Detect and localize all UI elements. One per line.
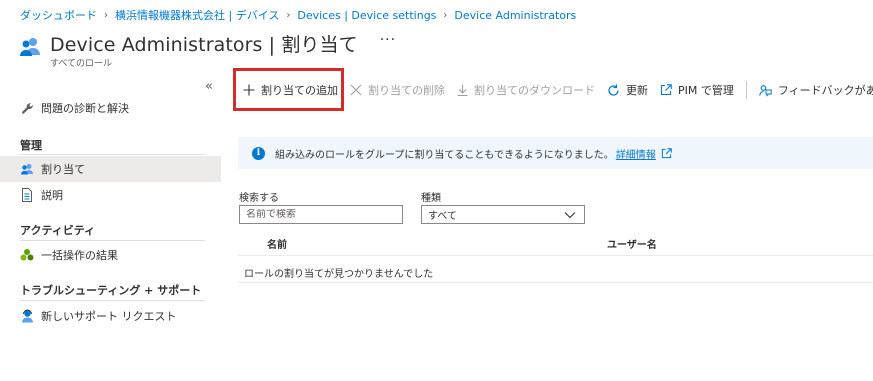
manage-in-pim-label: PIM で管理	[678, 84, 734, 97]
chevron-right-icon: ›	[443, 9, 448, 21]
feedback-icon	[759, 84, 772, 97]
chevron-right-icon: ›	[286, 9, 291, 21]
sidebar-item-label: 説明	[41, 189, 63, 202]
sidebar-item-bulk-results[interactable]: 一括操作の結果	[0, 242, 221, 268]
sidebar-group-support: トラブルシューティング + サポート	[20, 284, 202, 297]
sidebar-item-assignments[interactable]: 割り当て	[0, 156, 221, 182]
type-dropdown[interactable]: すべて	[421, 205, 585, 224]
info-text: 組み込みのロールをグループに割り当てることもできるようになりました。	[275, 149, 614, 161]
sidebar-item-diagnose[interactable]: 問題の診断と解決	[0, 95, 221, 121]
page-title: Device Administrators | 割り当て	[50, 34, 358, 56]
divider	[20, 300, 205, 301]
table-row-divider	[238, 282, 873, 283]
breadcrumb-device-settings[interactable]: Devices | Device settings	[297, 9, 436, 22]
remove-assignment-label: 割り当ての削除	[368, 84, 445, 97]
learn-more-link[interactable]: 詳細情報	[616, 146, 656, 161]
table-header-divider	[238, 255, 873, 256]
sidebar-group-manage: 管理	[20, 139, 42, 152]
search-input[interactable]	[246, 209, 402, 220]
users-icon	[18, 35, 42, 59]
page-subtitle: すべてのロール	[50, 59, 113, 69]
close-icon	[350, 84, 362, 96]
sidebar-item-new-support-request[interactable]: 新しいサポート リクエスト	[0, 303, 221, 329]
breadcrumb-tenant-devices[interactable]: 横浜情報機器株式会社 | デバイス	[115, 7, 279, 23]
document-icon	[20, 188, 34, 202]
search-field	[239, 205, 403, 224]
refresh-icon	[607, 84, 620, 97]
breadcrumb: ダッシュボード › 横浜情報機器株式会社 | デバイス › Devices | …	[20, 7, 576, 23]
info-banner: i 組み込みのロールをグループに割り当てることもできるようになりました。 詳細情…	[238, 137, 873, 169]
feedback-label: フィードバックがある場合	[777, 84, 873, 97]
users-icon	[20, 162, 34, 176]
chevron-right-icon: ›	[104, 9, 108, 21]
search-label: 検索する	[239, 193, 279, 204]
sidebar-item-label: 割り当て	[41, 163, 85, 176]
highlight-annotation	[233, 68, 344, 111]
wrench-icon	[20, 101, 34, 115]
sidebar-item-label: 問題の診断と解決	[41, 102, 129, 115]
feedback-button[interactable]: フィードバックがある場合	[753, 75, 873, 105]
page-header: Device Administrators | 割り当て ···	[18, 30, 396, 59]
column-header-name[interactable]: 名前	[267, 236, 287, 251]
download-assignments-button[interactable]: 割り当てのダウンロード	[451, 75, 601, 105]
collapse-sidebar-icon[interactable]: «	[205, 79, 213, 94]
breadcrumb-dashboard[interactable]: ダッシュボード	[20, 7, 97, 23]
sidebar-item-description[interactable]: 説明	[0, 182, 221, 208]
column-header-username[interactable]: ユーザー名	[607, 236, 657, 251]
refresh-label: 更新	[626, 84, 648, 97]
type-selected-value: すべて	[428, 211, 457, 222]
breadcrumb-device-administrators[interactable]: Device Administrators	[454, 9, 576, 22]
manage-in-pim-button[interactable]: PIM で管理	[654, 75, 740, 105]
bulk-operations-icon	[20, 248, 34, 262]
sidebar: « 問題の診断と解決 管理 割り当て 説明 アクティビティ 一括操作の結果 トラ…	[0, 74, 221, 381]
info-icon: i	[252, 146, 265, 160]
sidebar-group-activity: アクティビティ	[20, 224, 96, 237]
refresh-button[interactable]: 更新	[601, 75, 654, 105]
more-options-icon[interactable]: ···	[380, 32, 396, 48]
divider	[20, 240, 205, 241]
type-label: 種類	[421, 193, 441, 204]
sidebar-item-label: 新しいサポート リクエスト	[41, 310, 177, 323]
external-link-icon	[661, 147, 672, 159]
download-assignments-label: 割り当てのダウンロード	[474, 84, 595, 97]
chevron-down-icon	[564, 211, 576, 219]
support-person-icon	[20, 309, 34, 323]
remove-assignment-button[interactable]: 割り当ての削除	[344, 75, 451, 105]
empty-state-message: ロールの割り当てが見つかりませんでした	[244, 269, 434, 280]
sidebar-item-label: 一括操作の結果	[41, 249, 118, 262]
external-link-icon	[660, 84, 672, 96]
divider	[20, 154, 205, 155]
download-icon	[457, 84, 468, 96]
toolbar-divider	[745, 81, 747, 99]
